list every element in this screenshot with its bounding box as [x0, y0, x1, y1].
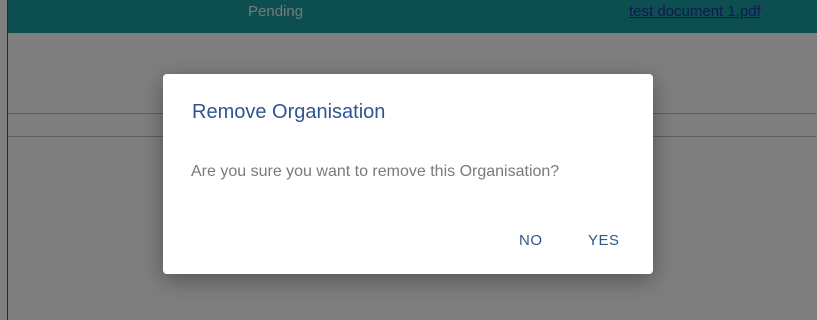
- remove-organisation-dialog: Remove Organisation Are you sure you wan…: [163, 74, 653, 274]
- no-button[interactable]: NO: [519, 231, 543, 251]
- page: Pending test document 1.pdf Remove Organ…: [0, 0, 817, 320]
- dialog-message: Are you sure you want to remove this Org…: [191, 163, 560, 180]
- yes-button[interactable]: YES: [588, 231, 620, 251]
- dialog-title: Remove Organisation: [192, 101, 386, 123]
